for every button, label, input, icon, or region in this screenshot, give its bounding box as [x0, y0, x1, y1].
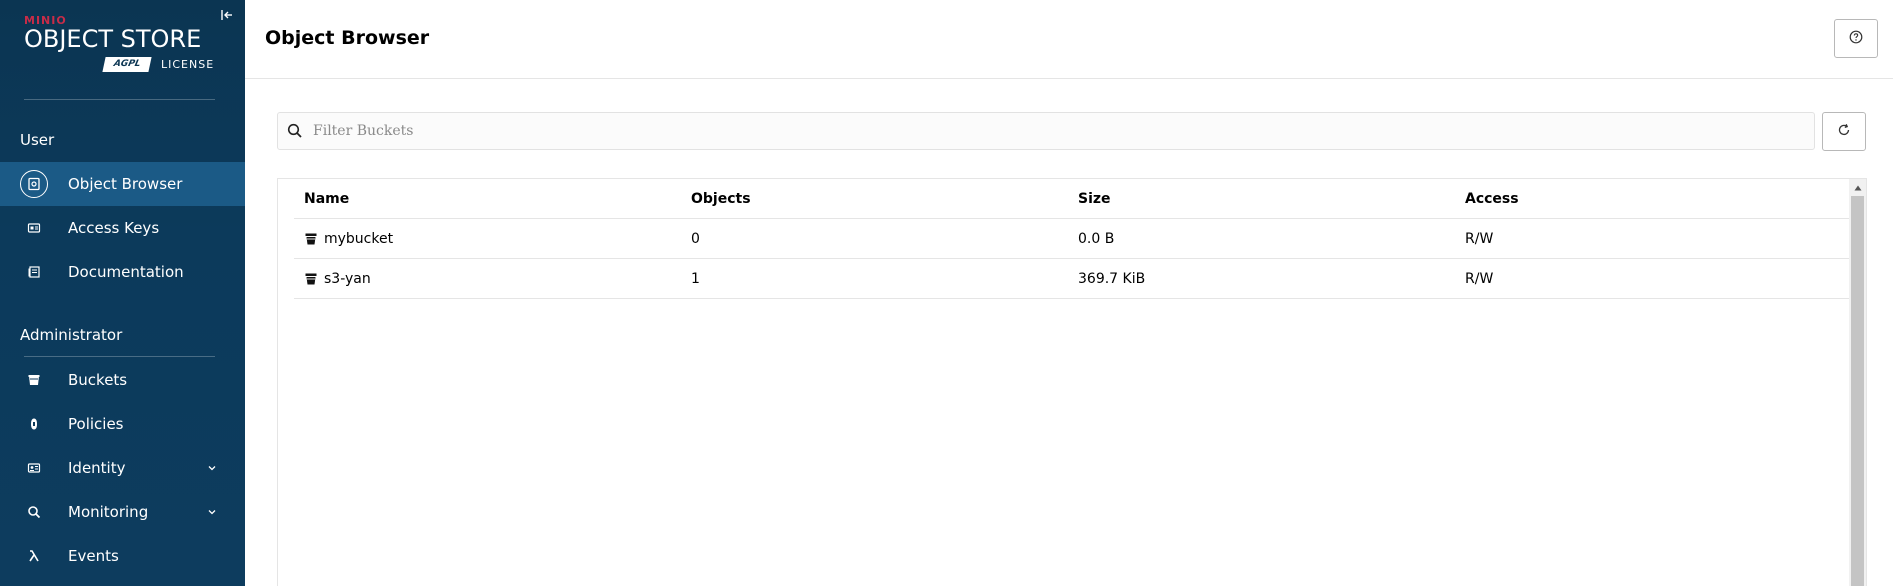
bucket-icon: [304, 232, 318, 246]
sidebar: MINIO OBJECT STORE AGPL LICENSE User Obj…: [0, 0, 245, 586]
bucket-name-cell: s3-yan: [304, 271, 371, 287]
filter-buckets-field[interactable]: [277, 112, 1815, 150]
column-header-objects[interactable]: Objects: [691, 191, 751, 207]
bucket-icon: [304, 272, 318, 286]
sidebar-item-label: Monitoring: [68, 503, 149, 521]
bucket-name-cell: mybucket: [304, 231, 393, 247]
sidebar-item-identity[interactable]: Identity: [0, 446, 245, 490]
logo-license: LICENSE: [161, 58, 215, 71]
filter-buckets-input[interactable]: [313, 113, 1803, 149]
sidebar-item-label: Object Browser: [68, 175, 183, 193]
bucket-name: mybucket: [324, 231, 394, 247]
sidebar-item-label: Identity: [68, 459, 126, 477]
lambda-icon: [22, 544, 46, 568]
logo-product: OBJECT STORE: [24, 25, 202, 53]
access-cell: R/W: [1465, 231, 1494, 247]
sidebar-item-label: Buckets: [68, 371, 128, 389]
sidebar-item-events[interactable]: Events: [0, 534, 245, 578]
size-cell: 0.0 B: [1078, 231, 1115, 247]
collapse-sidebar-icon[interactable]: [218, 8, 236, 26]
access-cell: R/W: [1465, 271, 1494, 287]
identity-icon: [22, 456, 46, 480]
documentation-icon: [22, 260, 46, 284]
help-icon: [1849, 29, 1863, 48]
scrollbar-thumb[interactable]: [1851, 196, 1864, 586]
search-icon: [287, 123, 303, 139]
table-row[interactable]: s3-yan 1 369.7 KiB R/W: [294, 259, 1850, 299]
help-button[interactable]: [1834, 19, 1878, 58]
table-header: Name Objects Size Access: [294, 179, 1850, 219]
sidebar-item-label: Events: [68, 547, 119, 565]
buckets-table: Name Objects Size Access mybucket 0 0.0 …: [277, 178, 1867, 586]
monitoring-icon: [22, 500, 46, 524]
table-row[interactable]: mybucket 0 0.0 B R/W: [294, 219, 1850, 259]
sidebar-item-documentation[interactable]: Documentation: [0, 250, 245, 294]
sidebar-item-access-keys[interactable]: Access Keys: [0, 206, 245, 250]
access-keys-icon: [22, 216, 46, 240]
bucket-icon: [22, 368, 46, 392]
refresh-icon: [1837, 122, 1851, 141]
bucket-name: s3-yan: [324, 271, 371, 287]
agpl-badge: AGPL: [102, 57, 152, 72]
chevron-down-icon[interactable]: [206, 462, 218, 474]
table-scrollbar[interactable]: [1849, 179, 1866, 586]
scroll-up-icon[interactable]: [1849, 179, 1866, 196]
sidebar-divider: [24, 356, 215, 357]
chevron-down-icon[interactable]: [206, 506, 218, 518]
refresh-button[interactable]: [1822, 112, 1866, 151]
column-header-size[interactable]: Size: [1078, 191, 1111, 207]
column-header-access[interactable]: Access: [1465, 191, 1519, 207]
sidebar-item-monitoring[interactable]: Monitoring: [0, 490, 245, 534]
size-cell: 369.7 KiB: [1078, 271, 1146, 287]
sidebar-item-policies[interactable]: Policies: [0, 402, 245, 446]
objects-cell: 0: [691, 231, 700, 247]
sidebar-item-label: Policies: [68, 415, 124, 433]
app-root: MINIO OBJECT STORE AGPL LICENSE User Obj…: [0, 0, 1893, 586]
sidebar-item-label: Documentation: [68, 263, 184, 281]
page-header: Object Browser: [245, 0, 1893, 79]
sidebar-item-buckets[interactable]: Buckets: [0, 358, 245, 402]
minio-logo: MINIO OBJECT STORE AGPL LICENSE: [24, 14, 224, 74]
policies-icon: [22, 412, 46, 436]
page-title: Object Browser: [265, 27, 430, 49]
sidebar-item-label: Access Keys: [68, 219, 160, 237]
sidebar-item-object-browser[interactable]: Object Browser: [0, 162, 245, 206]
sidebar-divider: [24, 99, 215, 100]
section-user: User: [20, 131, 55, 149]
section-administrator: Administrator: [20, 326, 123, 344]
column-header-name[interactable]: Name: [304, 191, 349, 207]
objects-cell: 1: [691, 271, 700, 287]
object-browser-icon: [20, 170, 48, 198]
